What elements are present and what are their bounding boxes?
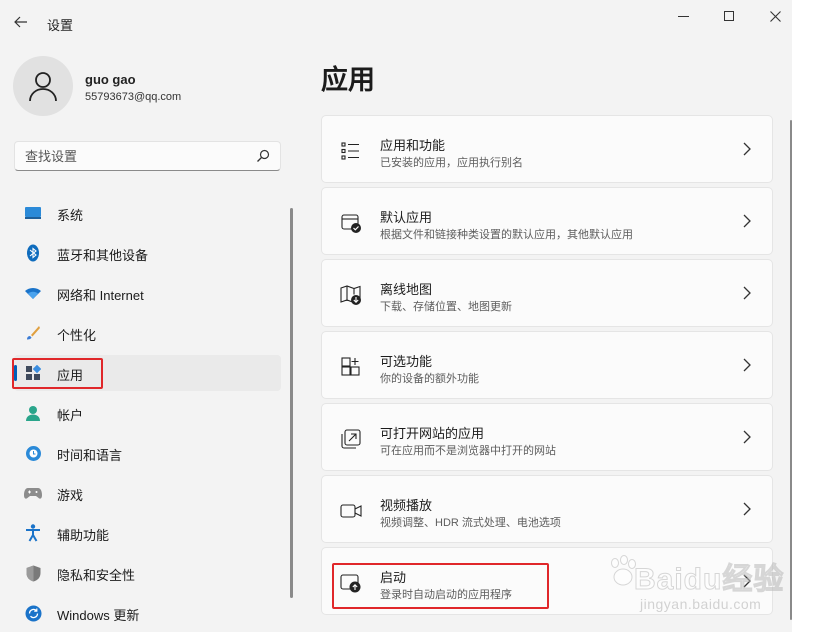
apps-list-icon (341, 142, 359, 160)
card-subtitle: 已安装的应用，应用执行别名 (380, 157, 523, 169)
card-video-playback[interactable]: 视频播放 视频调整、HDR 流式处理、电池选项 (321, 475, 773, 543)
maximize-icon (724, 11, 734, 21)
accessibility-icon (24, 524, 42, 542)
card-startup[interactable]: 启动 登录时自动启动的应用程序 (321, 547, 773, 615)
card-title: 离线地图 (380, 282, 433, 297)
startup-icon (340, 574, 361, 593)
card-default-apps[interactable]: 默认应用 根据文件和链接种类设置的默认应用，其他默认应用 (321, 187, 773, 255)
minimize-icon (677, 15, 689, 17)
card-subtitle: 根据文件和链接种类设置的默认应用，其他默认应用 (380, 229, 633, 241)
account-icon (24, 404, 42, 422)
wifi-icon (24, 284, 42, 302)
card-subtitle: 登录时自动启动的应用程序 (380, 589, 512, 601)
sidebar-item-label: 帐户 (57, 408, 84, 423)
card-offline-maps[interactable]: 离线地图 下载、存储位置、地图更新 (321, 259, 773, 327)
sidebar-item-apps[interactable]: 应用 (14, 355, 281, 391)
card-subtitle: 下载、存储位置、地图更新 (380, 301, 512, 313)
sidebar-item-privacy[interactable]: 隐私和安全性 (14, 555, 281, 591)
card-apps-for-websites[interactable]: 可打开网站的应用 可在应用而不是浏览器中打开的网站 (321, 403, 773, 471)
globe-clock-icon (24, 444, 42, 462)
search-icon[interactable] (256, 149, 270, 163)
card-apps-features[interactable]: 应用和功能 已安装的应用，应用执行别名 (321, 115, 773, 183)
close-icon (769, 10, 781, 22)
card-title: 视频播放 (380, 498, 433, 513)
sidebar-item-label: 隐私和安全性 (57, 568, 136, 583)
shield-icon (24, 564, 42, 582)
sidebar-item-time-language[interactable]: 时间和语言 (14, 435, 281, 471)
person-icon (29, 72, 57, 102)
chevron-right-icon (743, 142, 751, 156)
sidebar-item-label: 应用 (57, 368, 84, 383)
video-camera-icon (340, 504, 362, 518)
default-apps-icon (341, 214, 361, 233)
card-subtitle: 可在应用而不是浏览器中打开的网站 (380, 445, 556, 457)
bluetooth-icon (24, 244, 42, 262)
sidebar-item-label: 蓝牙和其他设备 (57, 248, 149, 263)
card-optional-features[interactable]: 可选功能 你的设备的额外功能 (321, 331, 773, 399)
user-email: 55793673@qq.com (85, 91, 182, 103)
avatar[interactable] (13, 56, 73, 116)
chevron-right-icon (743, 286, 751, 300)
card-title: 可打开网站的应用 (380, 426, 485, 441)
system-display-icon (24, 204, 42, 222)
chevron-right-icon (743, 502, 751, 516)
selection-indicator (14, 365, 17, 381)
page-title: 应用 (321, 65, 375, 95)
user-name: guo gao (85, 72, 136, 87)
chevron-right-icon (743, 214, 751, 228)
chevron-right-icon (743, 574, 751, 588)
sidebar-item-gaming[interactable]: 游戏 (14, 475, 281, 511)
sidebar-item-label: 个性化 (57, 328, 97, 343)
sidebar-item-personalization[interactable]: 个性化 (14, 315, 281, 351)
settings-window: 设置 guo gao 55793673@qq.com 查找设置 系统 蓝牙和其他… (0, 0, 792, 632)
sidebar-item-label: 时间和语言 (57, 448, 123, 463)
offline-map-icon (340, 285, 361, 305)
background-strip (792, 0, 819, 632)
arrow-left-icon (14, 16, 27, 28)
open-website-icon (341, 429, 361, 449)
sidebar-item-label: 辅助功能 (57, 528, 110, 543)
gamepad-icon (24, 484, 42, 502)
title-bar: 设置 (0, 0, 792, 44)
sidebar-item-system[interactable]: 系统 (14, 195, 281, 231)
search-box[interactable] (14, 141, 281, 171)
sidebar-item-label: Windows 更新 (57, 608, 140, 623)
search-input[interactable] (15, 142, 245, 170)
card-title: 默认应用 (380, 210, 433, 225)
sidebar-item-label: 网络和 Internet (57, 288, 144, 303)
apps-icon (24, 364, 42, 382)
sidebar-item-bluetooth[interactable]: 蓝牙和其他设备 (14, 235, 281, 271)
chevron-right-icon (743, 430, 751, 444)
minimize-button[interactable] (660, 0, 706, 32)
sidebar-item-network[interactable]: 网络和 Internet (14, 275, 281, 311)
sidebar-item-windows-update[interactable]: Windows 更新 (14, 595, 281, 631)
app-title: 设置 (47, 18, 74, 33)
maximize-button[interactable] (706, 0, 752, 32)
brush-icon (24, 324, 42, 342)
back-button[interactable] (10, 10, 32, 34)
card-title: 应用和功能 (380, 138, 446, 153)
sidebar-item-label: 游戏 (57, 488, 84, 503)
sidebar-scrollbar[interactable] (290, 208, 293, 598)
card-subtitle: 视频调整、HDR 流式处理、电池选项 (380, 517, 561, 529)
sidebar-item-accounts[interactable]: 帐户 (14, 395, 281, 431)
sidebar-item-label: 系统 (57, 208, 84, 223)
card-subtitle: 你的设备的额外功能 (380, 373, 479, 385)
card-title: 可选功能 (380, 354, 433, 369)
update-icon (24, 604, 42, 622)
chevron-right-icon (743, 358, 751, 372)
optional-features-icon (341, 357, 360, 376)
sidebar-item-accessibility[interactable]: 辅助功能 (14, 515, 281, 551)
card-title: 启动 (380, 570, 407, 585)
